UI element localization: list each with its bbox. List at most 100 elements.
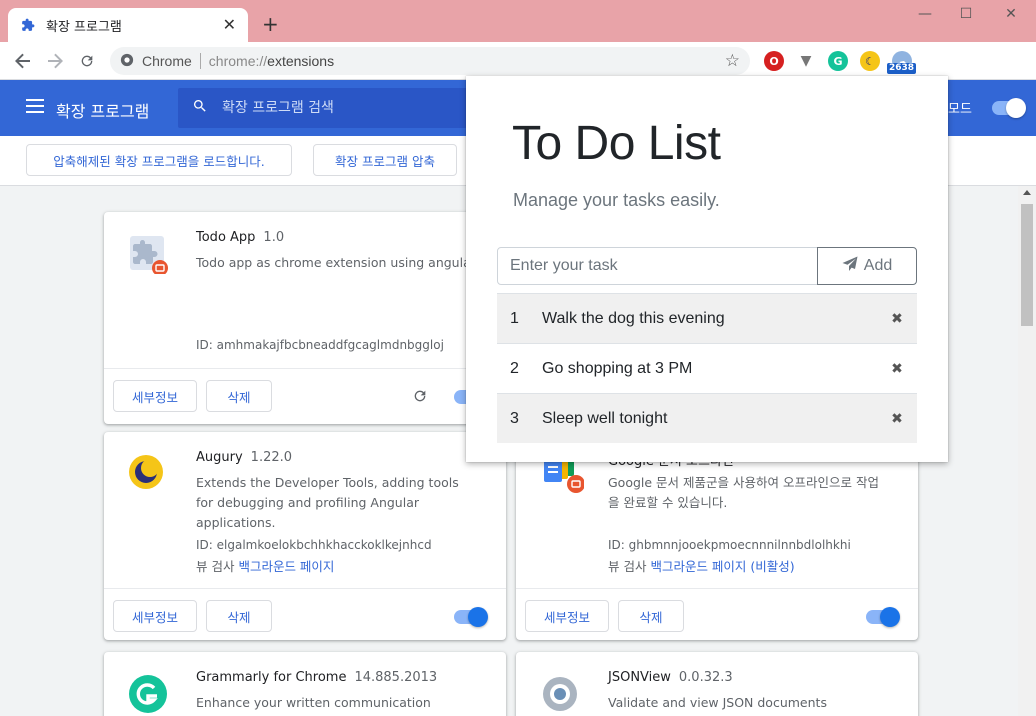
grammarly-extension-icon[interactable]: G: [828, 51, 848, 71]
reload-extension-icon[interactable]: [412, 388, 428, 408]
toggle-knob: [468, 607, 488, 627]
task-text: Go shopping at 3 PM: [542, 359, 693, 377]
pack-extension-button[interactable]: 확장 프로그램 압축: [313, 144, 457, 176]
maximize-icon[interactable]: ☐: [956, 6, 976, 22]
page-scrollbar[interactable]: [1018, 186, 1036, 716]
reload-icon[interactable]: [76, 50, 98, 72]
search-input[interactable]: [222, 100, 472, 116]
extension-description: Extends the Developer Tools, adding tool…: [196, 475, 459, 530]
extension-name-text: JSONView: [608, 670, 671, 685]
add-task-label: Add: [863, 257, 893, 274]
minimize-icon[interactable]: —: [915, 6, 935, 22]
extension-id: ID: amhmakajfbcbneaddfgcaglmdnbggloj: [196, 338, 444, 352]
augury-extension-icon[interactable]: ☾: [860, 51, 880, 71]
task-text: Walk the dog this evening: [542, 309, 725, 327]
bookmark-star-icon[interactable]: ☆: [725, 51, 740, 71]
page-title: 확장 프로그램: [56, 102, 150, 121]
inspect-views-prefix: 뷰 검사: [196, 559, 239, 574]
card-divider: [516, 588, 918, 589]
extensions-search: [178, 88, 478, 128]
toggle-knob: [880, 607, 900, 627]
extension-card-google-docs: Google 문서 오프라인 Google 문서 제품군을 사용하여 오프라인으…: [516, 432, 918, 640]
vue-extension-icon[interactable]: ▼: [796, 51, 816, 71]
background-page-link[interactable]: 백그라운드 페이지: [238, 559, 334, 574]
remove-button[interactable]: 삭제: [206, 380, 272, 412]
puzzle-icon: [128, 234, 168, 276]
task-text: Sleep well tonight: [542, 409, 668, 427]
opera-extension-icon[interactable]: O: [764, 51, 784, 71]
extension-card-augury: Augury 1.22.0 Extends the Developer Tools…: [104, 432, 506, 640]
popup-title: To Do List: [512, 117, 721, 170]
todo-popup: To Do List Manage your tasks easily. Add…: [466, 76, 948, 462]
delete-task-icon[interactable]: ✖: [877, 410, 917, 427]
forward-icon[interactable]: [44, 50, 66, 72]
extension-name: Todo App 1.0: [196, 230, 284, 245]
chrome-logo-icon: [120, 52, 134, 71]
add-task-button[interactable]: Add: [817, 247, 917, 285]
background-page-link[interactable]: 백그라운드 페이지 (비활성): [650, 559, 794, 574]
toggle-knob: [1006, 98, 1026, 118]
task-number: 2: [510, 359, 519, 377]
inspect-views: 뷰 검사 백그라운드 페이지: [196, 556, 334, 575]
task-row: 3 Sleep well tonight ✖: [497, 393, 917, 443]
url-host: extensions: [267, 53, 335, 69]
extension-count-badge: 2638: [887, 63, 917, 74]
extension-card-jsonview: JSONView 0.0.32.3 Validate and view JSON …: [516, 652, 918, 716]
tab-extensions[interactable]: 확장 프로그램 ✕: [8, 8, 248, 42]
extension-description: Validate and view JSON documents: [608, 695, 827, 710]
extension-version: 14.885.2013: [354, 670, 438, 685]
remove-button[interactable]: 삭제: [206, 600, 272, 632]
close-window-icon[interactable]: ✕: [1001, 6, 1021, 22]
tab-title: 확장 프로그램: [46, 19, 122, 35]
grammarly-icon: [128, 674, 168, 714]
extension-version: 1.22.0: [250, 450, 293, 465]
extension-enable-toggle[interactable]: [866, 607, 900, 627]
extension-description: Google 문서 제품군을 사용하여 오프라인으로 작업을 완료할 수 있습니…: [608, 475, 879, 510]
extension-id: ID: elgalmkoelokbchhkhacckoklkejnhcd: [196, 538, 432, 552]
details-button[interactable]: 세부정보: [113, 600, 197, 632]
extension-name: Grammarly for Chrome 14.885.2013: [196, 670, 437, 685]
task-input[interactable]: [497, 247, 818, 285]
delete-task-icon[interactable]: ✖: [877, 360, 917, 377]
delete-task-icon[interactable]: ✖: [877, 310, 917, 327]
send-icon: [842, 256, 864, 277]
inspect-views: 뷰 검사 백그라운드 페이지 (비활성): [608, 556, 795, 575]
extension-name: Augury 1.22.0: [196, 450, 292, 465]
task-row: 2 Go shopping at 3 PM ✖: [497, 343, 917, 393]
site-label: Chrome: [142, 53, 192, 69]
close-tab-icon[interactable]: ✕: [223, 17, 236, 33]
extension-enable-toggle[interactable]: [454, 607, 488, 627]
extension-description: Enhance your written communication every…: [196, 695, 431, 716]
extension-id: ID: ghbmnnjooekpmoecnnnilnnbdlolhkhi: [608, 538, 851, 552]
details-button[interactable]: 세부정보: [113, 380, 197, 412]
extension-name-text: Grammarly for Chrome: [196, 670, 347, 685]
url-scheme: chrome://: [208, 53, 268, 69]
search-icon: [192, 98, 208, 118]
extension-card-todo-app: Todo App 1.0 Todo app as chrome extension…: [104, 212, 506, 424]
extension-version: 1.0: [263, 230, 285, 245]
jsonview-icon: [540, 674, 580, 714]
omnibox-separator: [199, 53, 201, 69]
augury-moon-icon: [128, 454, 168, 494]
extension-card-grammarly: Grammarly for Chrome 14.885.2013 Enhance …: [104, 652, 506, 716]
hamburger-menu-icon[interactable]: [26, 99, 44, 117]
load-unpacked-button[interactable]: 압축해제된 확장 프로그램을 로드합니다.: [26, 144, 292, 176]
dev-mode-toggle[interactable]: [992, 98, 1026, 118]
details-button[interactable]: 세부정보: [525, 600, 609, 632]
remove-button[interactable]: 삭제: [618, 600, 684, 632]
address-bar[interactable]: Chrome chrome://extensions ☆: [110, 47, 750, 75]
back-icon[interactable]: [12, 50, 34, 72]
scrollbar-thumb[interactable]: [1021, 204, 1033, 326]
inspect-views-prefix: 뷰 검사: [608, 559, 651, 574]
url-text: chrome://extensions: [209, 53, 334, 69]
card-divider: [104, 588, 506, 589]
new-tab-button[interactable]: +: [262, 14, 279, 34]
extension-description: Todo app as chrome extension using angul…: [196, 255, 476, 270]
extension-version: 0.0.32.3: [678, 670, 733, 685]
card-divider: [104, 368, 506, 369]
popup-subtitle: Manage your tasks easily.: [513, 190, 720, 210]
scroll-up-arrow-icon[interactable]: [1023, 190, 1031, 195]
title-bar: 확장 프로그램 ✕ + — ☐ ✕: [0, 0, 1036, 42]
extension-name: JSONView 0.0.32.3: [608, 670, 733, 685]
task-row: 1 Walk the dog this evening ✖: [497, 293, 917, 343]
